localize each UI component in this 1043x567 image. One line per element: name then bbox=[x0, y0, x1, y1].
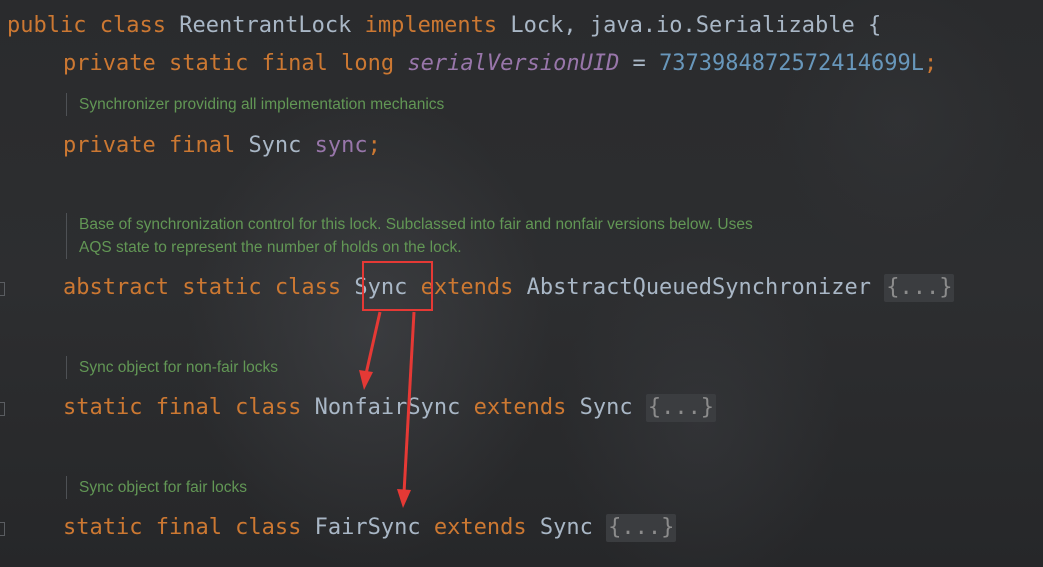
arrow-to-fair bbox=[397, 311, 416, 508]
code-editor[interactable]: public class ReentrantLock implements Lo… bbox=[0, 0, 1043, 567]
annotation-arrows bbox=[359, 311, 416, 508]
arrow-to-nonfair bbox=[359, 311, 382, 390]
